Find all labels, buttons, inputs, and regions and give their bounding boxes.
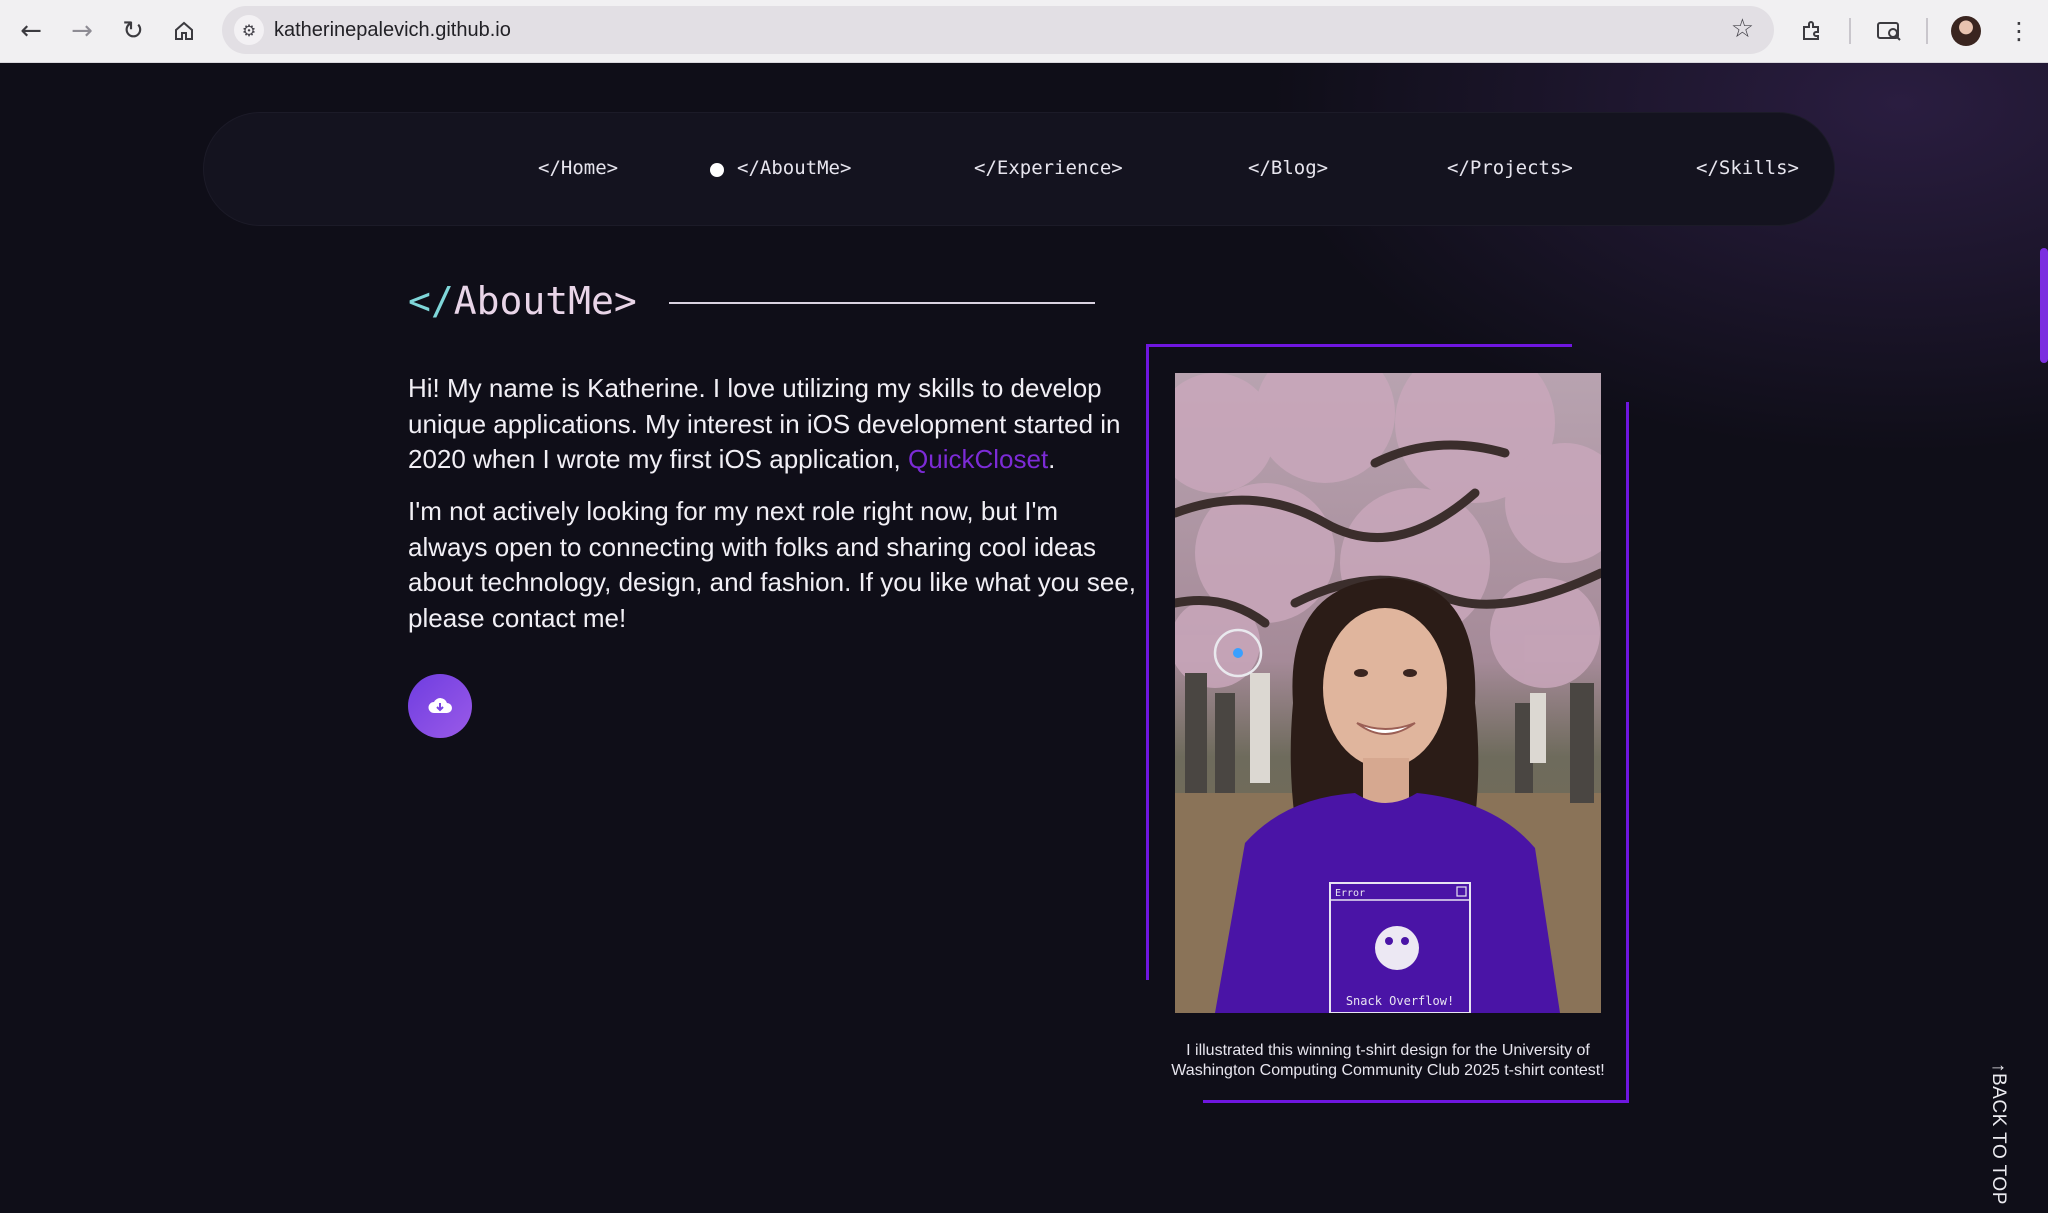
extensions-icon[interactable] xyxy=(1793,12,1831,50)
nav-blog[interactable]: </Blog> xyxy=(1248,157,1328,179)
download-resume-button[interactable] xyxy=(408,674,472,738)
about-paragraph-2: I'm not actively looking for my next rol… xyxy=(408,496,1136,633)
para1-end: . xyxy=(1048,444,1056,474)
active-indicator-dot xyxy=(710,163,724,177)
address-bar[interactable]: ⚙ katherinepalevich.github.io ☆ xyxy=(222,6,1774,54)
nav-home[interactable]: </Home> xyxy=(538,157,618,179)
back-to-top-link[interactable]: ↑BACK TO TOP xyxy=(1983,1063,2013,1213)
about-paragraph-1: Hi! My name is Katherine. I love utilizi… xyxy=(408,371,1138,478)
back-to-top-label[interactable]: ↑BACK TO TOP xyxy=(1987,1063,2009,1205)
page: </Home> </AboutMe> </Experience> </Blog>… xyxy=(0,63,2048,1205)
url-text[interactable]: katherinepalevich.github.io xyxy=(274,19,511,42)
nav-projects[interactable]: </Projects> xyxy=(1447,157,1573,179)
tab-search-icon[interactable] xyxy=(1870,12,1908,50)
title-underline xyxy=(669,302,1095,304)
profile-photo: Error Snack Overflow! xyxy=(1175,373,1601,1013)
section-title: </AboutMe> xyxy=(408,279,637,323)
nav-aboutme[interactable]: </AboutMe> xyxy=(737,157,851,179)
photo-frame-right xyxy=(1626,402,1629,1103)
photo-frame-bottom xyxy=(1203,1100,1629,1103)
site-settings-icon[interactable]: ⚙ xyxy=(234,15,264,45)
reload-icon[interactable]: ↻ xyxy=(114,12,152,50)
toolbar-divider xyxy=(1926,18,1928,44)
shirt-slogan-text: Snack Overflow! xyxy=(1346,994,1454,1008)
title-text: AboutMe> xyxy=(453,279,637,323)
quickcloset-link[interactable]: QuickCloset xyxy=(908,444,1048,474)
bookmark-star-icon[interactable]: ☆ xyxy=(1731,14,1754,44)
kebab-menu-icon[interactable]: ⋮ xyxy=(2000,12,2038,50)
photo-frame-top xyxy=(1146,344,1572,347)
home-icon[interactable] xyxy=(165,12,203,50)
nav-experience[interactable]: </Experience> xyxy=(974,157,1123,179)
shirt-error-text: Error xyxy=(1335,888,1365,899)
scrollbar-thumb[interactable] xyxy=(2040,248,2048,363)
cloud-download-icon xyxy=(428,698,452,713)
forward-arrow-icon[interactable]: → xyxy=(63,12,101,50)
browser-toolbar: ← → ↻ ⚙ katherinepalevich.github.io ☆ ⋮ xyxy=(0,0,2048,63)
back-arrow-icon[interactable]: ← xyxy=(12,12,50,50)
title-slash: </ xyxy=(408,279,454,323)
photo-caption: I illustrated this winning t-shirt desig… xyxy=(1171,1042,1605,1079)
top-nav: </Home> </AboutMe> </Experience> </Blog>… xyxy=(204,113,1834,225)
nav-skills[interactable]: </Skills> xyxy=(1696,157,1799,179)
toolbar-divider xyxy=(1849,18,1851,44)
profile-avatar[interactable] xyxy=(1951,16,1981,46)
photo-frame-left xyxy=(1146,344,1149,980)
